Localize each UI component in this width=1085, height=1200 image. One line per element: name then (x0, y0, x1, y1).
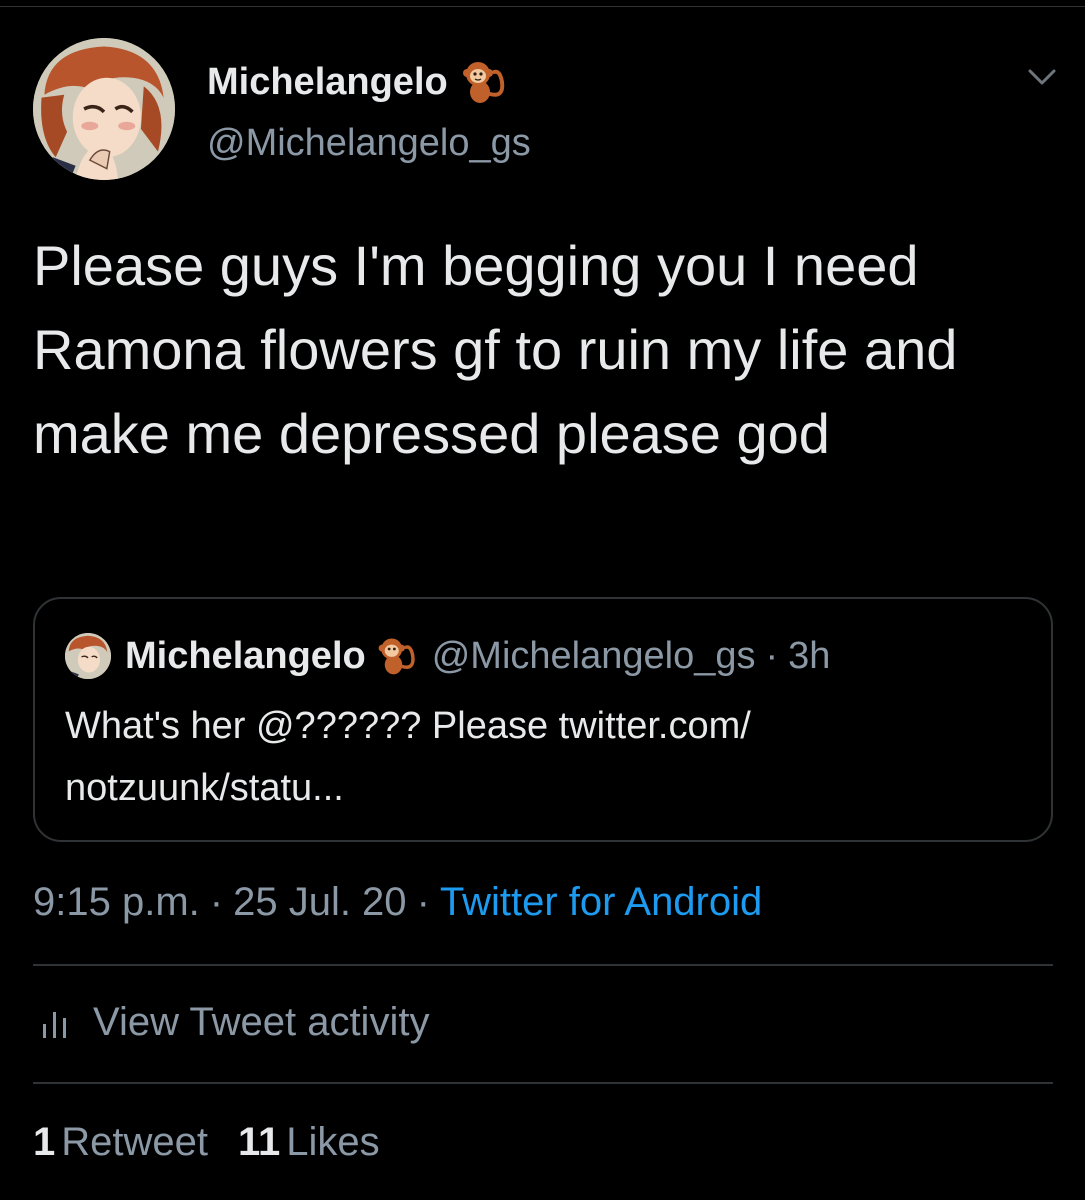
bar-chart-icon (39, 1006, 73, 1040)
view-tweet-activity-label: View Tweet activity (93, 1000, 430, 1044)
quoted-author-avatar (65, 633, 111, 679)
meta-separator: · (209, 880, 224, 924)
likes-label: Likes (286, 1120, 380, 1164)
quoted-tweet-text: What's her @?????? Please twitter.com/ n… (65, 695, 1025, 819)
quoted-author-handle: @Michelangelo_gs (431, 634, 756, 677)
tweet-source-link[interactable]: Twitter for Android (440, 880, 762, 924)
quoted-tweet-card[interactable]: Michelangelo @Michelangelo_gs · 3h What'… (33, 597, 1053, 842)
divider (33, 1082, 1053, 1084)
author-avatar[interactable] (33, 38, 175, 180)
retweets-count: 1 (33, 1120, 56, 1164)
quoted-text-line-2: notzuunk/statu... (65, 767, 344, 809)
monkey-emoji-icon (460, 58, 508, 106)
tweet-meta: 9:15 p.m. · 25 Jul. 20 · Twitter for Android (33, 880, 762, 925)
tweet-stats: 1 Retweet 11 Likes (33, 1120, 380, 1165)
chevron-down-icon[interactable] (1024, 62, 1060, 92)
quoted-separator: · (765, 634, 779, 677)
tweet-date: 25 Jul. 20 (233, 880, 407, 924)
quoted-timestamp: 3h (788, 634, 831, 677)
retweets-label: Retweet (61, 1120, 208, 1164)
author-display-name[interactable]: Michelangelo (207, 58, 508, 106)
retweets-stat[interactable]: 1 Retweet (33, 1120, 208, 1164)
monkey-emoji-icon (376, 635, 418, 677)
likes-stat[interactable]: 11 Likes (238, 1120, 380, 1164)
tweet-text: Please guys I'm begging you I need Ramon… (33, 234, 958, 465)
quoted-author-name: Michelangelo (125, 634, 366, 677)
tweet-time: 9:15 p.m. (33, 880, 200, 924)
top-divider (0, 6, 1085, 7)
quoted-text-line-1: What's her @?????? Please twitter.com/ (65, 705, 751, 747)
view-tweet-activity-button[interactable]: View Tweet activity (33, 1000, 429, 1045)
divider (33, 964, 1053, 966)
quoted-tweet-header: Michelangelo @Michelangelo_gs · 3h (65, 633, 830, 679)
meta-separator: · (416, 880, 430, 924)
author-name-text: Michelangelo (207, 60, 448, 103)
likes-count: 11 (238, 1120, 281, 1164)
author-handle[interactable]: @Michelangelo_gs (207, 122, 531, 165)
avatar-image (33, 38, 175, 180)
